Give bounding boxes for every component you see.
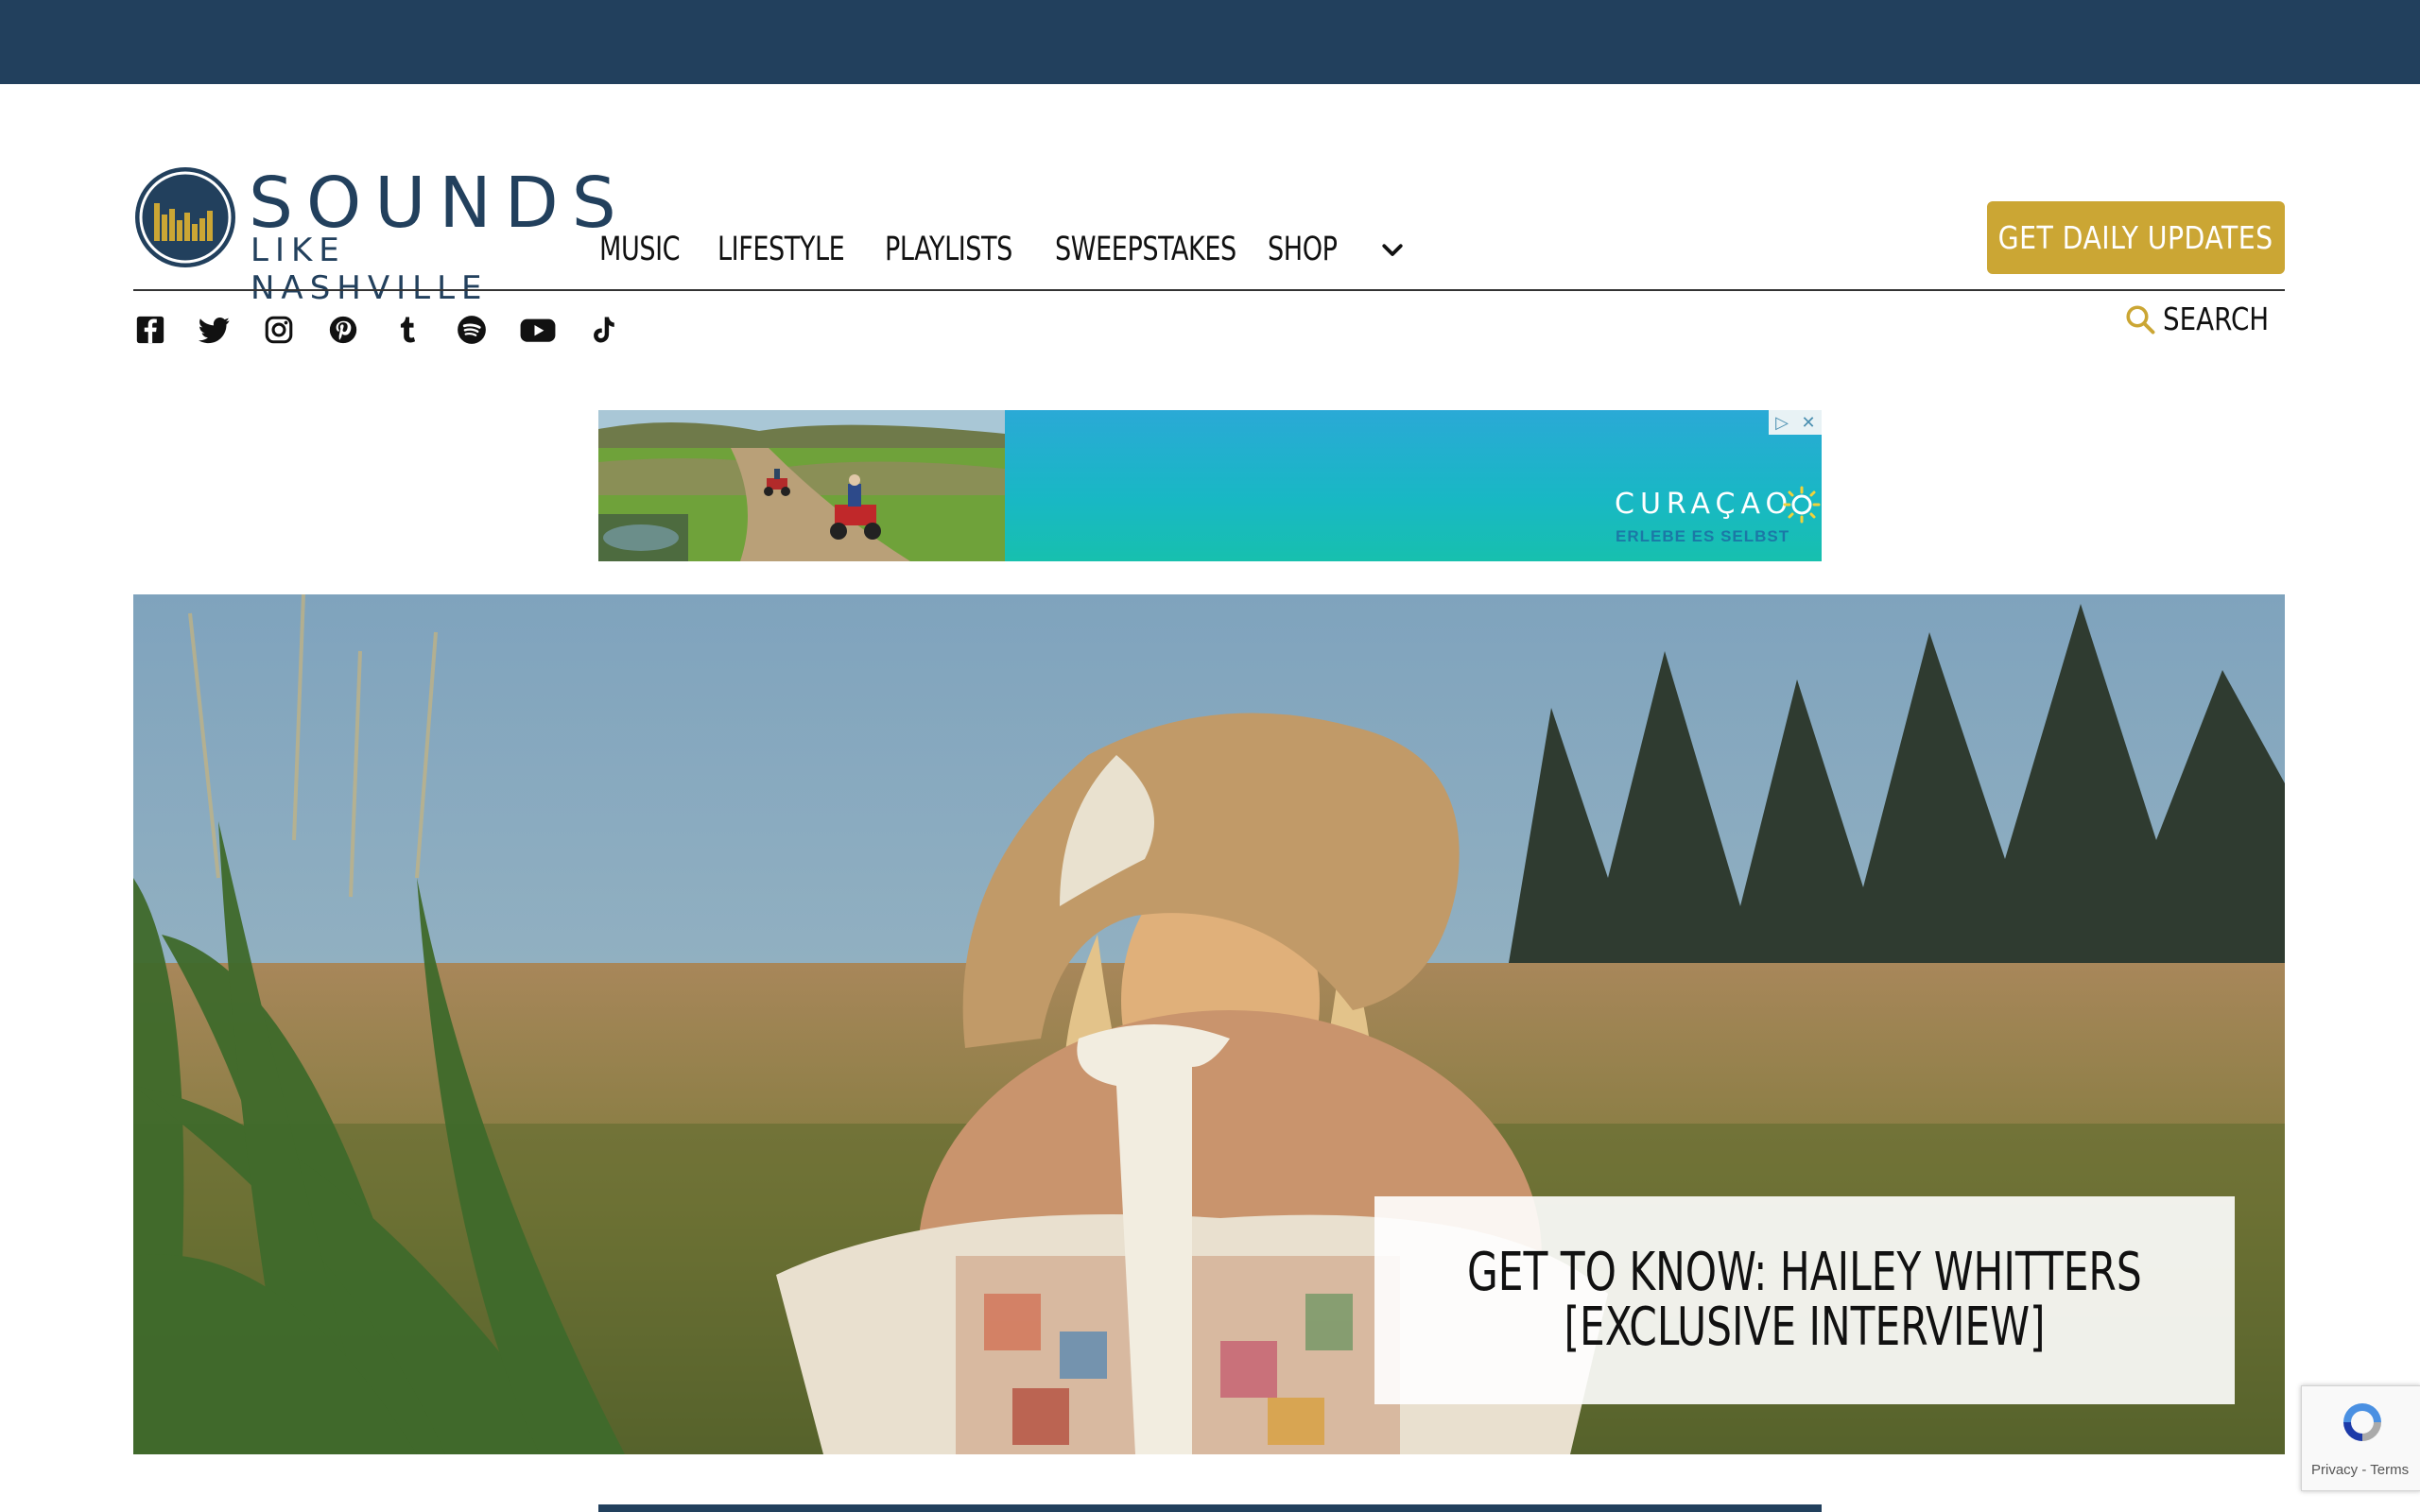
nav-item-sweepstakes[interactable]: SWEEPSTAKES xyxy=(1055,231,1236,268)
top-banner-bar xyxy=(0,0,2420,84)
facebook-icon[interactable] xyxy=(133,313,167,347)
spotify-icon[interactable] xyxy=(455,313,489,347)
youtube-icon[interactable] xyxy=(519,313,557,347)
advertisement-banner[interactable]: CURAÇAO ERLEBE ES SELBST ▷ ✕ xyxy=(598,410,1822,561)
search-label: SEARCH xyxy=(2163,301,2270,337)
instagram-icon[interactable] xyxy=(262,313,296,347)
recaptcha-icon xyxy=(2343,1403,2381,1441)
tumblr-icon[interactable] xyxy=(390,313,424,347)
ad-image xyxy=(598,410,1005,561)
chevron-down-icon[interactable] xyxy=(1378,235,1407,264)
site-logo[interactable]: SOUNDS LIKE NASHVILLE xyxy=(133,165,616,307)
header-divider xyxy=(133,289,2285,291)
recaptcha-links[interactable]: Privacy - Terms xyxy=(2311,1462,2409,1478)
main-nav: MUSIC LIFESTYLE PLAYLISTS SWEEPSTAKES SH… xyxy=(599,231,1407,268)
twitter-icon[interactable] xyxy=(198,313,232,347)
search-button[interactable]: SEARCH xyxy=(2123,301,2290,337)
logo-mark-icon xyxy=(135,167,235,267)
featured-article[interactable]: GET TO KNOW: HAILEY WHITTERS [EXCLUSIVE … xyxy=(133,594,2285,1454)
hero-title-line-1: GET TO KNOW: HAILEY WHITTERS xyxy=(1467,1242,2142,1303)
sun-icon xyxy=(1783,486,1821,524)
search-icon xyxy=(2126,304,2155,334)
close-icon[interactable]: ✕ xyxy=(1795,410,1822,435)
ad-choices: ▷ ✕ xyxy=(1769,410,1822,435)
nav-item-lifestyle[interactable]: LIFESTYLE xyxy=(717,231,845,268)
ad-tagline: ERLEBE ES SELBST xyxy=(1616,527,1790,545)
recaptcha-badge[interactable]: Privacy - Terms xyxy=(2301,1385,2420,1491)
pinterest-icon[interactable] xyxy=(326,313,360,347)
ad-info-icon[interactable]: ▷ xyxy=(1769,410,1795,435)
hero-title-line-2: [EXCLUSIVE INTERVIEW] xyxy=(1564,1297,2046,1358)
tiktok-icon[interactable] xyxy=(587,313,621,347)
hero-title-card[interactable]: GET TO KNOW: HAILEY WHITTERS [EXCLUSIVE … xyxy=(1374,1196,2235,1404)
nav-item-playlists[interactable]: PLAYLISTS xyxy=(885,231,1012,268)
cta-label: GET DAILY UPDATES xyxy=(1998,219,2273,256)
social-links xyxy=(133,313,651,347)
next-ad-strip xyxy=(598,1504,1822,1512)
nav-item-music[interactable]: MUSIC xyxy=(599,231,681,268)
ad-brand-name: CURAÇAO xyxy=(1615,488,1794,521)
logo-wordmark-bottom: LIKE NASHVILLE xyxy=(251,232,489,307)
nav-item-shop[interactable]: SHOP xyxy=(1268,231,1338,268)
logo-wordmark-top: SOUNDS xyxy=(249,163,630,244)
get-daily-updates-button[interactable]: GET DAILY UPDATES xyxy=(1987,201,2285,274)
